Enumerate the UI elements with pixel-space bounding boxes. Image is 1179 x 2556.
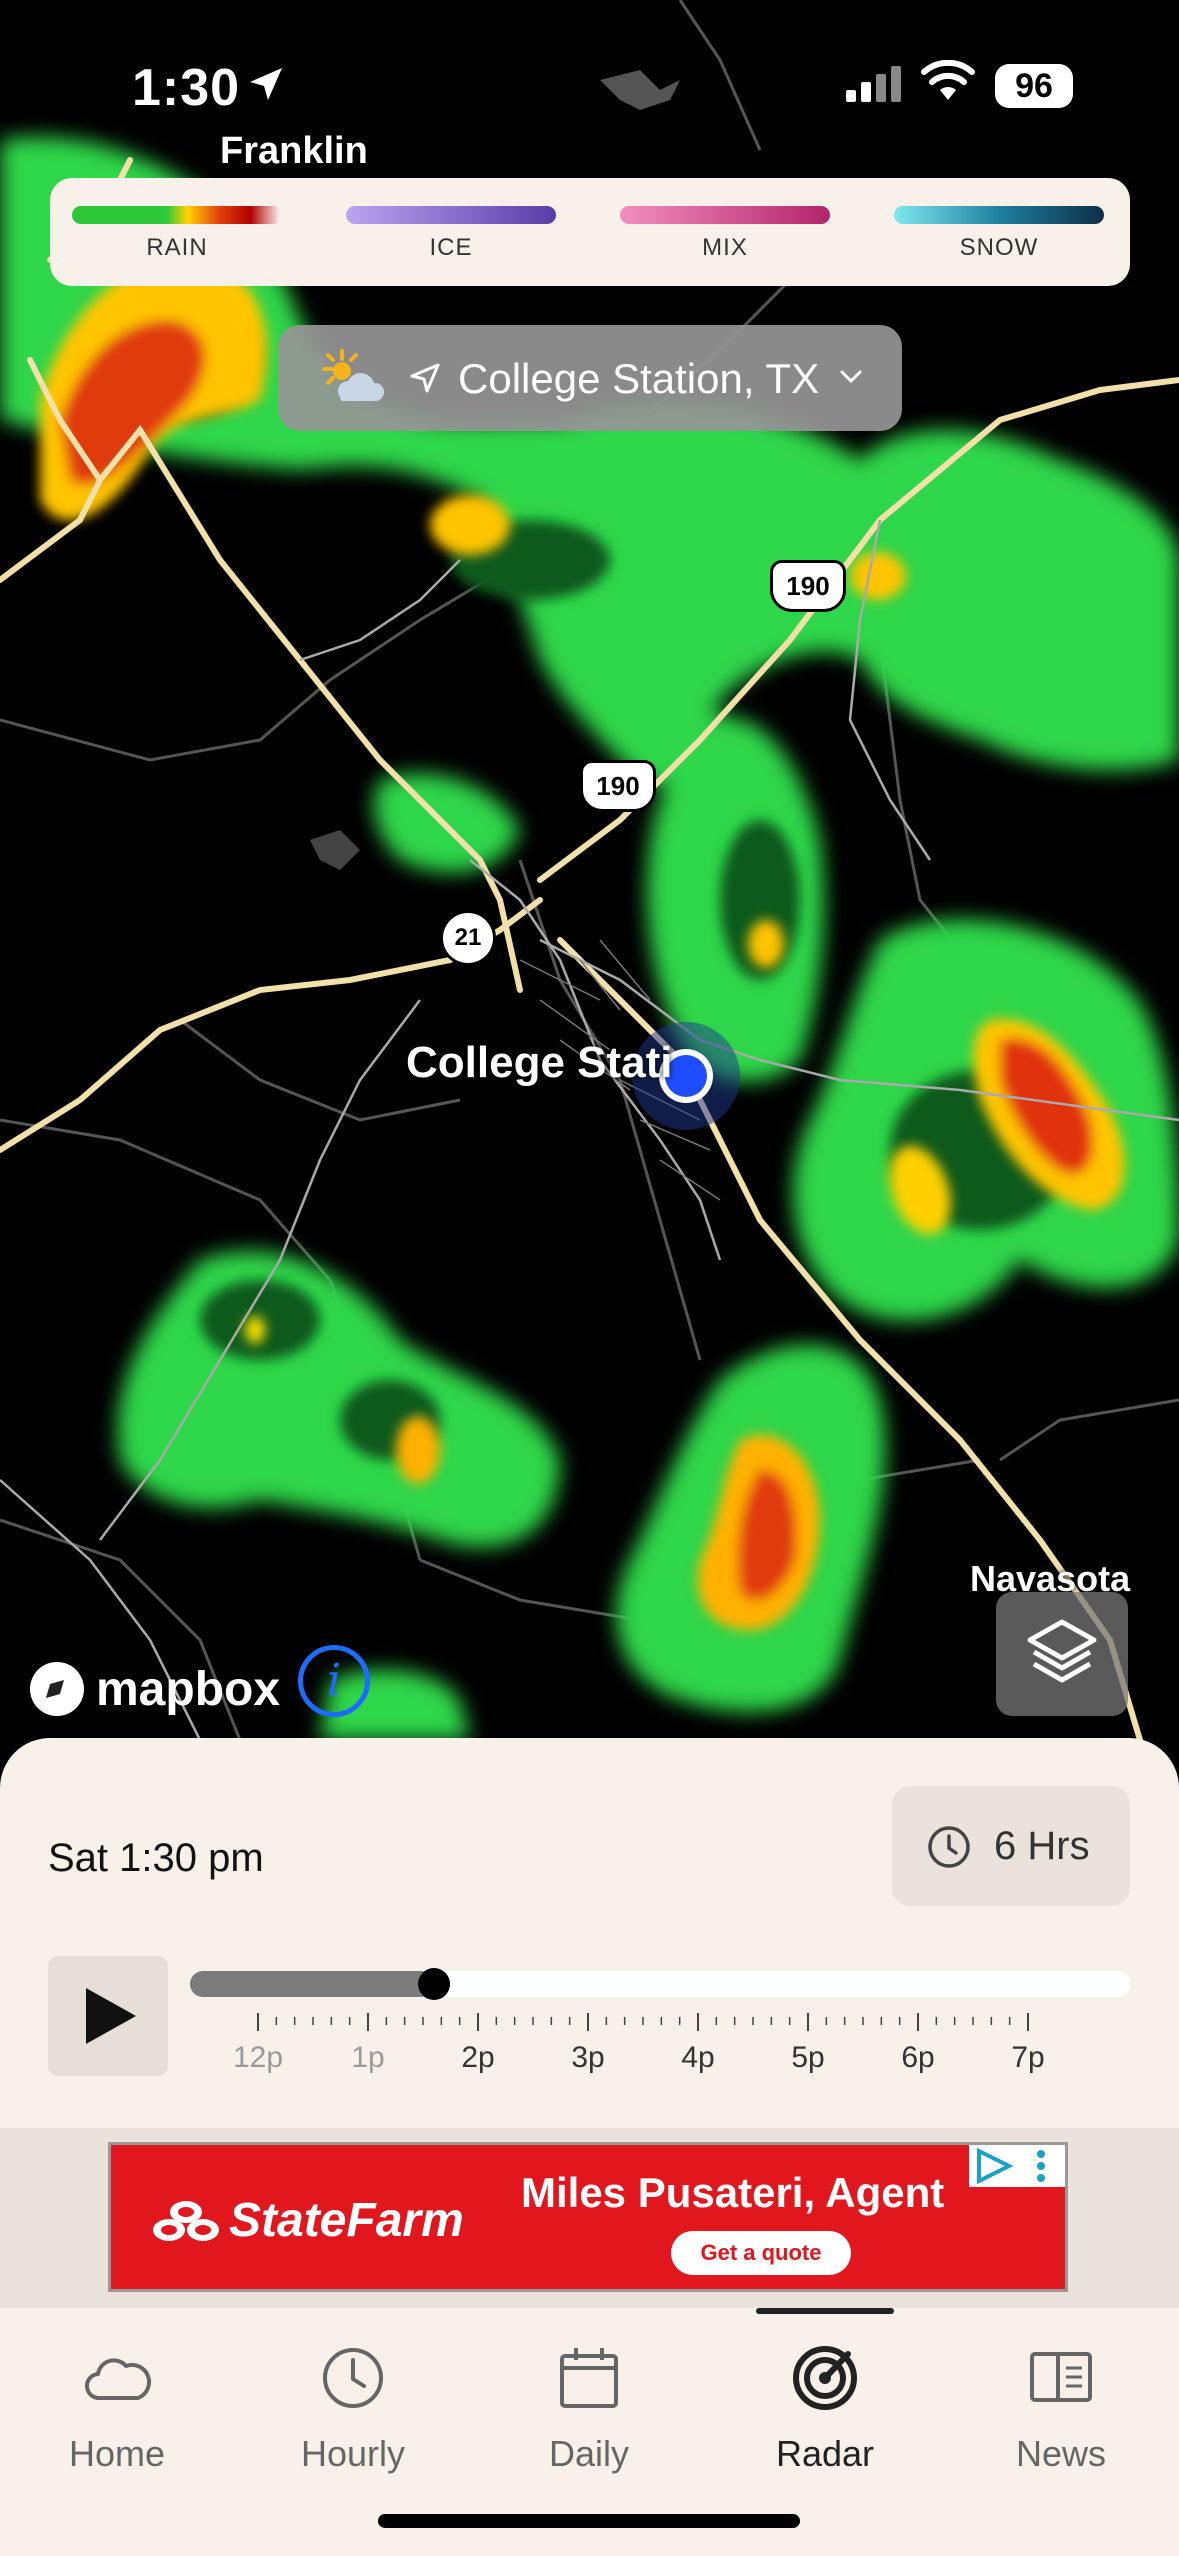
sh21-shield: 21 — [440, 910, 496, 966]
play-button[interactable] — [48, 1956, 168, 2076]
timeline-tick-label: 1p — [351, 2041, 385, 2074]
ad-banner-container: StateFarm Miles Pusateri, Agent Get a qu… — [0, 2128, 1179, 2308]
clock-icon — [928, 1826, 970, 1868]
legend-ice-label: ICE — [429, 234, 473, 261]
cloud-icon — [85, 2358, 152, 2401]
play-icon — [86, 1988, 136, 2044]
ad-choices[interactable] — [969, 2145, 1065, 2187]
legend-ice: ICE — [346, 206, 556, 262]
playback-sheet: Sat 1:30 pm 6 Hrs 12p 1p 2p 3p 4p 5p 6p 7p — [0, 1738, 1179, 2128]
tab-home-label: Home — [68, 2433, 166, 2474]
time-range-label: 6 Hrs — [994, 1824, 1090, 1868]
tab-daily[interactable]: Daily — [494, 2346, 684, 2475]
ad-banner[interactable]: StateFarm Miles Pusateri, Agent Get a qu… — [108, 2142, 1068, 2292]
legend-rain: RAIN — [72, 206, 282, 262]
wifi-icon — [921, 60, 975, 100]
clock-icon — [323, 2348, 383, 2408]
location-arrow-icon — [250, 68, 282, 100]
ad-brand-text: StateFarm — [229, 2194, 464, 2247]
news-icon — [1030, 2352, 1092, 2402]
legend-snow: SNOW — [894, 206, 1104, 262]
tab-radar[interactable]: Radar — [730, 2346, 920, 2475]
timeline-tick-label: 12p — [232, 2041, 284, 2074]
cellular-signal-icon — [846, 66, 901, 102]
tab-hourly[interactable]: Hourly — [258, 2346, 448, 2475]
layers-button[interactable] — [996, 1592, 1128, 1716]
statefarm-ovals-icon — [153, 2200, 219, 2241]
tab-hourly-label: Hourly — [300, 2433, 406, 2474]
timeline-scrubber[interactable]: 12p 1p 2p 3p 4p 5p 6p 7p — [190, 1968, 1130, 2081]
tab-radar-label: Radar — [775, 2433, 875, 2474]
legend-mix: MIX — [620, 206, 830, 262]
precip-legend: RAIN ICE MIX SNOW — [50, 178, 1130, 286]
active-tab-indicator — [756, 2308, 894, 2314]
timeline-tick-label: 5p — [791, 2041, 825, 2074]
timeline-tick-label: 2p — [461, 2041, 495, 2074]
rain-gradient — [72, 206, 282, 224]
location-name: College Station, TX — [458, 355, 820, 402]
calendar-icon — [560, 2348, 618, 2408]
snow-gradient — [894, 206, 1104, 224]
map-info-button[interactable]: i — [298, 1645, 370, 1717]
chevron-down-icon — [840, 370, 862, 384]
tab-news[interactable]: News — [966, 2346, 1156, 2475]
legend-mix-label: MIX — [702, 234, 748, 261]
info-icon: i — [326, 1655, 342, 1706]
ad-agent-name: Miles Pusateri, Agent — [521, 2169, 945, 2216]
current-frame-time: Sat 1:30 pm — [48, 1836, 264, 1880]
navigation-arrow-icon — [410, 363, 440, 393]
timeline-tick-label: 4p — [681, 2041, 715, 2074]
location-selector[interactable]: College Station, TX — [278, 325, 902, 431]
statefarm-logo: StateFarm — [151, 2193, 464, 2248]
tab-daily-label: Daily — [548, 2433, 629, 2474]
timeline-ticks — [257, 2013, 1029, 2031]
home-indicator — [378, 2514, 800, 2528]
us190-label: 190 — [786, 571, 830, 601]
us190-shield-south: 190 — [580, 760, 656, 812]
battery-indicator: 96 — [995, 64, 1073, 108]
us190-label: 190 — [596, 771, 640, 801]
time-range-button[interactable]: 6 Hrs — [892, 1786, 1130, 1906]
legend-rain-label: RAIN — [146, 234, 208, 261]
us190-shield-north: 190 — [770, 560, 846, 612]
mix-gradient — [620, 206, 830, 224]
partly-cloudy-night-icon — [322, 349, 385, 401]
timeline-progress — [190, 1971, 435, 1997]
city-label-college-station: College Stati — [406, 1038, 673, 1087]
radar-icon — [793, 2346, 857, 2410]
timeline-tick-label: 3p — [571, 2041, 605, 2074]
adchoices-icon — [977, 2147, 1045, 2185]
tab-news-label: News — [1015, 2433, 1107, 2474]
timeline-tick-label: 7p — [1011, 2041, 1045, 2074]
mapbox-wordmark: mapbox — [96, 1662, 281, 1716]
timeline-tick-label: 6p — [901, 2041, 935, 2074]
legend-snow-label: SNOW — [959, 234, 1039, 261]
mapbox-icon — [30, 1662, 84, 1716]
sh21-label: 21 — [454, 924, 482, 951]
ice-gradient — [346, 206, 556, 224]
layers-icon — [1027, 1619, 1097, 1683]
tab-home[interactable]: Home — [22, 2346, 212, 2475]
get-quote-button[interactable]: Get a quote — [671, 2231, 851, 2275]
status-time: 1:30 — [132, 59, 241, 117]
status-bar: 1:30 96 — [0, 0, 1179, 150]
mapbox-logo[interactable]: mapbox — [28, 1660, 280, 1718]
